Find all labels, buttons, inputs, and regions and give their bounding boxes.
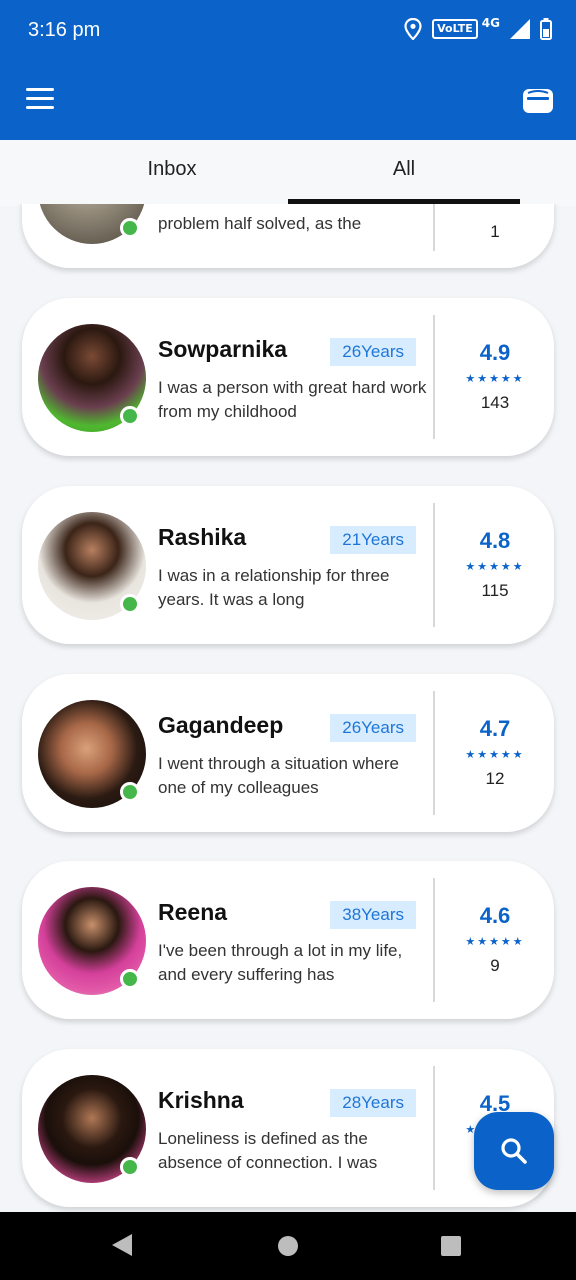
signal-icon: [510, 19, 530, 39]
online-status-dot: [120, 406, 140, 426]
listener-card[interactable]: Sowparnika 26Years I was a person with g…: [22, 298, 554, 456]
age-badge: 38Years: [330, 901, 416, 929]
card-divider: [433, 315, 435, 439]
search-button[interactable]: [474, 1112, 554, 1190]
rating-value: 4.9: [479, 340, 511, 365]
age-badge: 21Years: [330, 526, 416, 554]
listener-description: I've been through a lot in my life, and …: [158, 941, 403, 984]
location-icon: [404, 18, 422, 40]
listener-description: problem half solved, as the: [158, 214, 362, 233]
listener-name: Krishna: [158, 1087, 244, 1113]
card-divider: [433, 503, 435, 627]
age-badge: 26Years: [330, 714, 416, 742]
age-badge: 26Years: [330, 338, 416, 366]
listener-description: I went through a situation where one of …: [158, 754, 399, 797]
system-nav-bar: [0, 1212, 576, 1280]
listener-name: Gagandeep: [158, 712, 284, 738]
card-divider: [433, 878, 435, 1002]
online-status-dot: [120, 782, 140, 802]
listener-name: Sowparnika: [158, 336, 288, 362]
hamburger-menu-icon[interactable]: [26, 88, 54, 110]
back-icon[interactable]: [112, 1234, 132, 1256]
app-bar: [0, 62, 576, 140]
age-badge: 28Years: [330, 1089, 416, 1117]
listener-name: Rashika: [158, 524, 247, 550]
tab-all[interactable]: All: [288, 158, 520, 181]
online-status-dot: [120, 218, 140, 238]
review-count: 9: [490, 956, 500, 975]
star-rating-icon: ★★★★★: [465, 560, 525, 573]
listener-card-partial[interactable]: problem half solved, as the 1: [22, 204, 554, 268]
home-icon[interactable]: [278, 1236, 298, 1256]
online-status-dot: [120, 594, 140, 614]
card-divider: [433, 1066, 435, 1190]
star-rating-icon: ★★★★★: [465, 748, 525, 761]
rating-value: 4.8: [479, 528, 511, 553]
review-count: 12: [485, 769, 505, 788]
search-icon: [501, 1138, 527, 1164]
status-icons: VoLTE 4G: [404, 16, 552, 40]
listener-list[interactable]: problem half solved, as the 1 Sowparnika…: [0, 204, 576, 1212]
volte-badge: VoLTE: [432, 19, 478, 39]
star-rating-icon: ★★★★★: [465, 935, 525, 948]
review-count: 1: [490, 222, 500, 241]
network-type: 4G: [481, 16, 500, 30]
listener-description: Loneliness is defined as the absence of …: [158, 1129, 378, 1172]
tab-bar: Inbox All: [0, 140, 576, 206]
star-rating-icon: ★★★★★: [465, 372, 525, 385]
rating-value: 4.6: [479, 903, 511, 928]
status-time: 3:16 pm: [28, 19, 101, 41]
wallet-icon[interactable]: [522, 84, 554, 116]
card-divider: [433, 691, 435, 815]
listener-card[interactable]: Rashika 21Years I was in a relationship …: [22, 486, 554, 644]
online-status-dot: [120, 1157, 140, 1177]
online-status-dot: [120, 969, 140, 989]
review-count: 115: [481, 581, 509, 600]
status-bar: 3:16 pm VoLTE 4G: [0, 0, 576, 62]
card-divider: [433, 204, 435, 251]
review-count: 143: [480, 393, 510, 412]
listener-name: Reena: [158, 899, 228, 925]
listener-description: I was in a relationship for three years.…: [158, 566, 390, 609]
listener-card[interactable]: Gagandeep 26Years I went through a situa…: [22, 674, 554, 832]
recent-apps-icon[interactable]: [441, 1236, 461, 1256]
rating-value: 4.7: [479, 716, 511, 741]
battery-icon: [540, 18, 552, 40]
listener-card[interactable]: Reena 38Years I've been through a lot in…: [22, 861, 554, 1019]
listener-description: I was a person with great hard work from…: [158, 378, 427, 421]
